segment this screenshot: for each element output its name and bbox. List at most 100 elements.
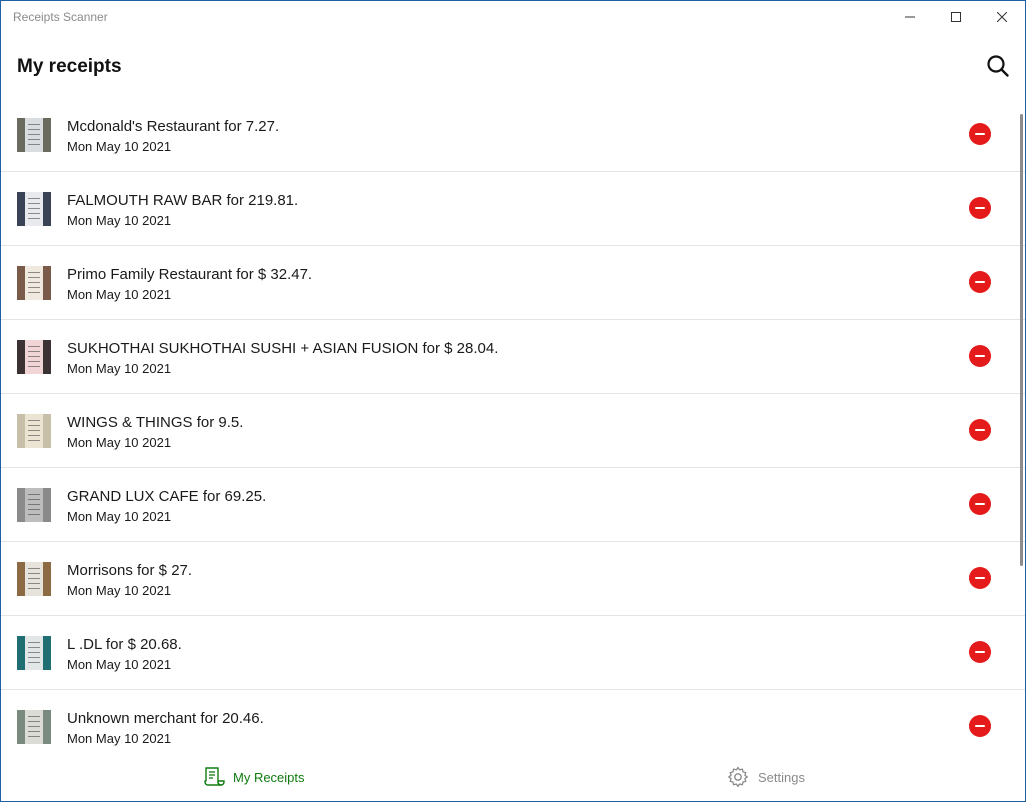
receipt-thumbnail: [17, 340, 51, 374]
receipt-row[interactable]: FALMOUTH RAW BAR for 219.81. Mon May 10 2…: [1, 172, 1025, 246]
page-header: My receipts: [1, 33, 1025, 99]
receipt-text-line: [28, 198, 40, 199]
receipt-row[interactable]: Mcdonald's Restaurant for 7.27. Mon May 1…: [1, 98, 1025, 172]
receipt-date: Mon May 10 2021: [67, 361, 172, 376]
minus-icon: [975, 133, 985, 135]
receipt-text-line: [28, 139, 40, 140]
receipt-text-line: [28, 573, 40, 574]
receipt-text-line: [28, 652, 40, 653]
delete-button[interactable]: [969, 123, 991, 145]
receipt-text-line: [28, 287, 40, 288]
nav-my-receipts[interactable]: My Receipts: [201, 764, 305, 790]
receipt-text-line: [28, 346, 40, 347]
receipt-text-line: [28, 588, 40, 589]
receipt-text-line: [28, 721, 40, 722]
minus-icon: [975, 577, 985, 579]
receipt-text-line: [28, 514, 40, 515]
minus-icon: [975, 651, 985, 653]
delete-button[interactable]: [969, 271, 991, 293]
receipt-text-line: [28, 356, 40, 357]
minus-icon: [975, 355, 985, 357]
receipt-text-line: [28, 134, 40, 135]
receipt-row[interactable]: GRAND LUX CAFE for 69.25. Mon May 10 2021: [1, 468, 1025, 542]
receipt-text-line: [28, 583, 40, 584]
receipt-text-line: [28, 731, 40, 732]
scrollbar[interactable]: [1020, 114, 1023, 566]
receipt-thumbnail: [17, 562, 51, 596]
bottom-nav: My Receipts Settings: [1, 754, 1025, 801]
receipt-text-line: [28, 716, 40, 717]
search-icon: [987, 55, 1009, 77]
delete-button[interactable]: [969, 641, 991, 663]
receipt-text-line: [28, 430, 40, 431]
receipt-text-line: [28, 504, 40, 505]
maximize-button[interactable]: [933, 1, 979, 33]
app-title: Receipts Scanner: [13, 10, 108, 24]
nav-my-receipts-label: My Receipts: [233, 769, 305, 785]
minus-icon: [975, 725, 985, 727]
nav-settings[interactable]: Settings: [726, 764, 805, 790]
receipt-text-line: [28, 213, 40, 214]
title-bar: Receipts Scanner: [1, 1, 1025, 33]
receipt-date: Mon May 10 2021: [67, 287, 172, 302]
receipt-merchant: WINGS & THINGS for 9.5.: [67, 414, 244, 431]
receipt-text-line: [28, 144, 40, 145]
delete-button[interactable]: [969, 493, 991, 515]
close-button[interactable]: [979, 1, 1025, 33]
receipt-date: Mon May 10 2021: [67, 139, 172, 154]
nav-settings-label: Settings: [758, 769, 805, 785]
minus-icon: [975, 207, 985, 209]
receipt-date: Mon May 10 2021: [67, 435, 172, 450]
search-button[interactable]: [985, 53, 1011, 79]
receipt-text-line: [28, 420, 40, 421]
receipt-text-line: [28, 435, 40, 436]
receipt-thumbnail: [17, 192, 51, 226]
receipt-text-line: [28, 440, 40, 441]
gear-icon: [728, 766, 748, 788]
receipt-merchant: Morrisons for $ 27.: [67, 562, 193, 579]
receipt-merchant: L .DL for $ 20.68.: [67, 636, 182, 653]
receipt-date: Mon May 10 2021: [67, 657, 172, 672]
receipt-row[interactable]: L .DL for $ 20.68. Mon May 10 2021: [1, 616, 1025, 690]
receipt-text-line: [28, 361, 40, 362]
delete-button[interactable]: [969, 197, 991, 219]
receipt-text-line: [28, 277, 40, 278]
delete-button[interactable]: [969, 345, 991, 367]
receipt-merchant: SUKHOTHAI SUKHOTHAI SUSHI + ASIAN FUSION…: [67, 340, 499, 357]
receipt-text-line: [28, 425, 40, 426]
receipt-row[interactable]: SUKHOTHAI SUKHOTHAI SUSHI + ASIAN FUSION…: [1, 320, 1025, 394]
receipt-text-line: [28, 662, 40, 663]
minus-icon: [975, 503, 985, 505]
receipt-row[interactable]: Primo Family Restaurant for $ 32.47. Mon …: [1, 246, 1025, 320]
receipt-text-line: [28, 218, 40, 219]
receipt-thumbnail: [17, 414, 51, 448]
receipt-text-line: [28, 726, 40, 727]
receipt-date: Mon May 10 2021: [67, 731, 172, 746]
receipt-text-line: [28, 568, 40, 569]
receipt-text-line: [28, 124, 40, 125]
receipt-thumbnail: [17, 488, 51, 522]
receipt-merchant: Unknown merchant for 20.46.: [67, 710, 264, 727]
delete-button[interactable]: [969, 567, 991, 589]
delete-button[interactable]: [969, 419, 991, 441]
receipt-date: Mon May 10 2021: [67, 213, 172, 228]
receipt-text-line: [28, 282, 40, 283]
receipt-text-line: [28, 647, 40, 648]
delete-button[interactable]: [969, 715, 991, 737]
receipt-thumbnail: [17, 266, 51, 300]
maximize-icon: [951, 12, 961, 22]
close-icon: [997, 12, 1007, 22]
receipt-text-line: [28, 208, 40, 209]
receipt-merchant: GRAND LUX CAFE for 69.25.: [67, 488, 267, 505]
receipt-text-line: [28, 509, 40, 510]
receipt-text-line: [28, 642, 40, 643]
receipt-date: Mon May 10 2021: [67, 509, 172, 524]
receipt-row[interactable]: Morrisons for $ 27. Mon May 10 2021: [1, 542, 1025, 616]
receipt-row[interactable]: WINGS & THINGS for 9.5. Mon May 10 2021: [1, 394, 1025, 468]
app-window: Receipts Scanner My receipts Mcdonald's …: [0, 0, 1026, 802]
receipt-text-line: [28, 351, 40, 352]
receipt-row[interactable]: Unknown merchant for 20.46. Mon May 10 20…: [1, 690, 1025, 754]
minimize-button[interactable]: [887, 1, 933, 33]
receipt-merchant: Mcdonald's Restaurant for 7.27.: [67, 118, 280, 135]
minus-icon: [975, 281, 985, 283]
